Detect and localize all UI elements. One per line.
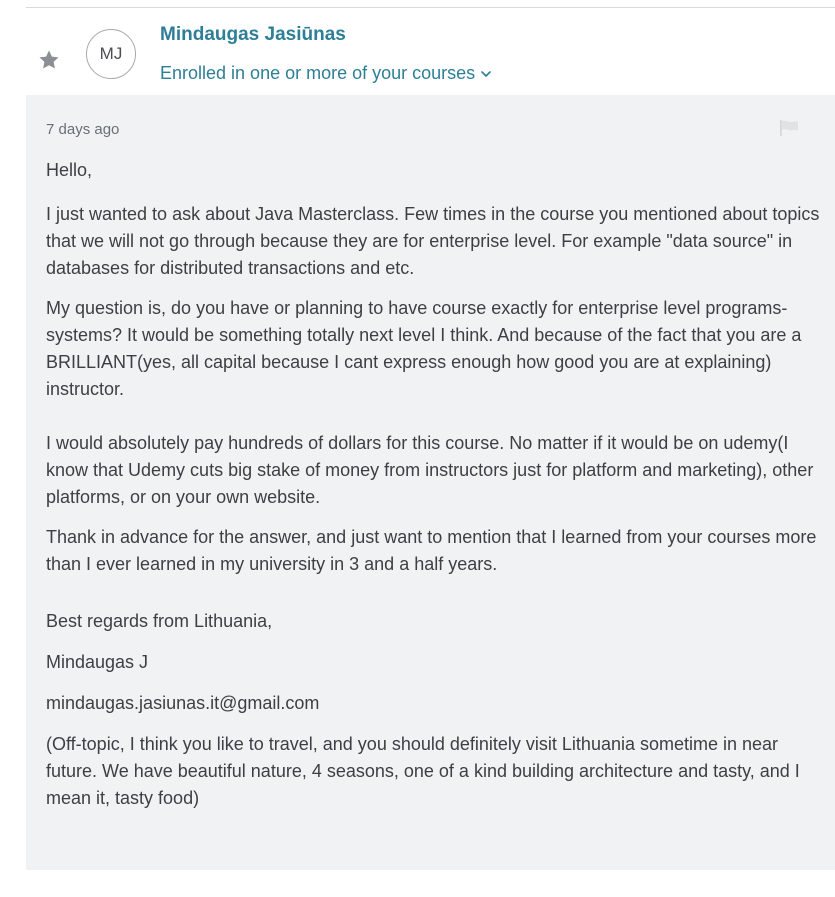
qa-message-page: MJ Mindaugas Jasiūnas Enrolled in one or… bbox=[0, 0, 835, 897]
chevron-down-icon bbox=[481, 71, 491, 77]
signature: Mindaugas J bbox=[46, 652, 149, 672]
author-name-link[interactable]: Mindaugas Jasiūnas bbox=[160, 24, 346, 46]
avatar-initials: MJ bbox=[99, 44, 123, 63]
email-text: mindaugas.jasiunas.it@gmail.com bbox=[46, 693, 320, 713]
signoff: Best regards from Lithuania, bbox=[46, 611, 273, 631]
paragraph-1: I just wanted to ask about Java Mastercl… bbox=[46, 204, 820, 278]
message-header: MJ Mindaugas Jasiūnas Enrolled in one or… bbox=[26, 8, 835, 94]
star-icon[interactable] bbox=[37, 48, 61, 72]
enrollment-dropdown[interactable]: Enrolled in one or more of your courses bbox=[160, 63, 492, 84]
greeting: Hello, bbox=[46, 160, 93, 180]
paragraph-4: Thank in advance for the answer, and jus… bbox=[46, 527, 817, 574]
paragraph-3: I would absolutely pay hundreds of dolla… bbox=[46, 433, 814, 507]
message-card: 7 days ago Hello, I just wanted to ask a… bbox=[26, 95, 835, 870]
paragraph-5: (Off-topic, I think you like to travel, … bbox=[46, 734, 800, 808]
paragraph-2: My question is, do you have or planning … bbox=[46, 298, 802, 399]
message-body: Hello, I just wanted to ask about Java M… bbox=[46, 157, 821, 812]
avatar[interactable]: MJ bbox=[86, 29, 136, 79]
flag-icon[interactable] bbox=[778, 119, 800, 137]
message-timestamp: 7 days ago bbox=[46, 121, 120, 138]
enrollment-label: Enrolled in one or more of your courses bbox=[160, 63, 476, 83]
